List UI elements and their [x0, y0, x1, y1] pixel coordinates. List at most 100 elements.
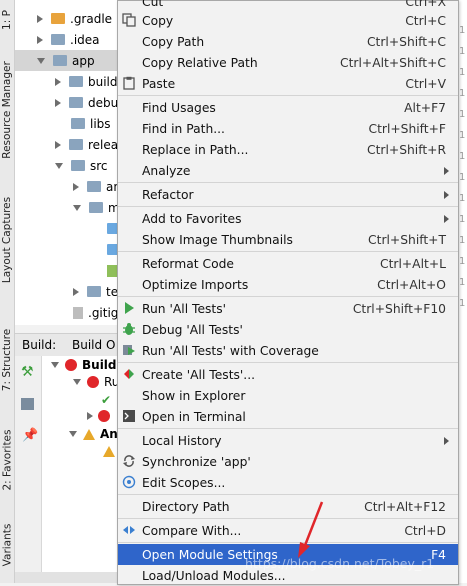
- hammer-icon[interactable]: ⚒: [21, 364, 34, 380]
- tab-layout-captures[interactable]: Layout Captures: [0, 190, 14, 290]
- menu-item-reformat-code[interactable]: Reformat Code Ctrl+Alt+L: [118, 253, 458, 274]
- tree-item[interactable]: te: [73, 281, 118, 302]
- tree-item[interactable]: libs: [71, 113, 111, 134]
- menu-item-copy-path[interactable]: Copy Path Ctrl+Shift+C: [118, 31, 458, 52]
- tab-build[interactable]: Build:: [22, 338, 56, 352]
- error-icon: [98, 410, 110, 422]
- collapse-arrow-icon[interactable]: [55, 162, 63, 169]
- error-icon: [87, 376, 99, 388]
- menu-item-show-image-thumbnails[interactable]: Show Image Thumbnails Ctrl+Shift+T: [118, 229, 458, 250]
- menu-item-paste[interactable]: Paste Ctrl+V: [118, 73, 458, 94]
- expand-arrow-icon[interactable]: [55, 140, 61, 149]
- tab-project[interactable]: 1: P: [0, 0, 14, 40]
- manifest-file-icon: [107, 264, 117, 277]
- tree-item[interactable]: build: [55, 71, 118, 92]
- menu-item-directory-path[interactable]: Directory Path Ctrl+Alt+F12: [118, 496, 458, 517]
- menu-item-show-in-explorer[interactable]: Show in Explorer: [118, 385, 458, 406]
- expand-arrow-icon[interactable]: [55, 77, 61, 86]
- build-row[interactable]: Ru: [73, 375, 119, 389]
- tab-favorites[interactable]: 2: Favorites: [0, 415, 14, 505]
- collapse-arrow-icon[interactable]: [73, 379, 81, 385]
- menu-item-find-in-path[interactable]: Find in Path... Ctrl+Shift+F: [118, 118, 458, 139]
- expand-arrow-icon[interactable]: [73, 182, 79, 191]
- tab-resource-manager[interactable]: Resource Manager: [0, 55, 14, 165]
- folder-icon: [51, 13, 65, 24]
- menu-item-copy[interactable]: Copy Ctrl+C: [118, 10, 458, 31]
- build-toolbar: ⚒ 📌: [15, 356, 42, 583]
- expand-arrow-icon[interactable]: [37, 14, 43, 23]
- submenu-arrow-icon: [444, 215, 449, 223]
- watermark: https://blog.csdn.net/Tobey_r1: [245, 556, 435, 571]
- collapse-arrow-icon[interactable]: [69, 431, 77, 437]
- tab-structure[interactable]: 7: Structure: [0, 315, 14, 405]
- menu-separator: [118, 494, 458, 495]
- menu-separator: [118, 542, 458, 543]
- coverage-icon: [123, 345, 135, 355]
- menu-item-edit-scopes[interactable]: Edit Scopes...: [118, 472, 458, 493]
- line-numbers: 11111111111111: [459, 25, 466, 309]
- submenu-arrow-icon: [444, 437, 449, 445]
- expand-arrow-icon[interactable]: [87, 412, 93, 420]
- menu-item-optimize-imports[interactable]: Optimize Imports Ctrl+Alt+O: [118, 274, 458, 295]
- collapse-arrow-icon[interactable]: [73, 204, 81, 211]
- left-tool-strip: 1: P Resource Manager Layout Captures 7:…: [0, 0, 15, 583]
- project-tree[interactable]: .gradle .idea app build debu libs relea …: [15, 0, 119, 325]
- menu-item-synchronize[interactable]: Synchronize 'app': [118, 451, 458, 472]
- scope-icon: [122, 475, 136, 489]
- menu-separator: [118, 296, 458, 297]
- menu-item-analyze[interactable]: Analyze: [118, 160, 458, 181]
- context-menu: Cut Ctrl+X Copy Ctrl+C Copy Path Ctrl+Shift…: [117, 0, 459, 585]
- annotation-arrow-icon: [298, 501, 324, 558]
- menu-separator: [118, 518, 458, 519]
- folder-icon: [69, 139, 83, 150]
- folder-icon: [71, 160, 85, 171]
- menu-item-debug-all-tests[interactable]: Debug 'All Tests': [118, 319, 458, 340]
- expand-arrow-icon[interactable]: [73, 287, 79, 296]
- build-panel-header: Build: Build O: [15, 333, 119, 357]
- submenu-arrow-icon: [444, 167, 449, 175]
- console-icon[interactable]: [21, 398, 34, 410]
- tab-variants[interactable]: Variants: [0, 515, 14, 575]
- create-test-icon: [124, 369, 134, 379]
- copy-icon: [122, 13, 136, 27]
- collapse-arrow-icon[interactable]: [37, 57, 45, 64]
- menu-item-refactor[interactable]: Refactor: [118, 184, 458, 205]
- tree-item[interactable]: .gradle: [37, 8, 112, 29]
- tree-item-selected[interactable]: app: [15, 50, 119, 71]
- expand-arrow-icon[interactable]: [37, 35, 43, 44]
- menu-item-open-in-terminal[interactable]: Open in Terminal: [118, 406, 458, 427]
- check-icon: ✔: [101, 393, 112, 407]
- menu-separator: [118, 95, 458, 96]
- tree-item[interactable]: src: [55, 155, 108, 176]
- build-row[interactable]: Build: [51, 358, 117, 372]
- menu-item-run-all-tests[interactable]: Run 'All Tests' Ctrl+Shift+F10: [118, 298, 458, 319]
- tree-item[interactable]: m: [73, 197, 119, 218]
- menu-item-local-history[interactable]: Local History: [118, 430, 458, 451]
- tree-item[interactable]: .idea: [37, 29, 100, 50]
- menu-separator: [118, 182, 458, 183]
- tab-build-output[interactable]: Build O: [72, 338, 115, 352]
- folder-icon: [51, 34, 65, 45]
- tree-item[interactable]: .gitig: [73, 302, 118, 323]
- submenu-arrow-icon: [444, 191, 449, 199]
- tree-item[interactable]: an: [73, 176, 119, 197]
- pin-icon[interactable]: 📌: [22, 428, 38, 443]
- menu-item-compare-with[interactable]: Compare With... Ctrl+D: [118, 520, 458, 541]
- collapse-arrow-icon[interactable]: [51, 362, 59, 368]
- expand-arrow-icon[interactable]: [55, 98, 61, 107]
- menu-item-create-all-tests[interactable]: Create 'All Tests'...: [118, 364, 458, 385]
- error-icon: [65, 359, 77, 371]
- menu-item-find-usages[interactable]: Find Usages Alt+F7: [118, 97, 458, 118]
- menu-item-run-with-coverage[interactable]: Run 'All Tests' with Coverage: [118, 340, 458, 361]
- tree-item[interactable]: debu: [55, 92, 118, 113]
- folder-icon: [53, 55, 67, 66]
- warning-icon: [103, 446, 115, 457]
- build-row[interactable]: An: [69, 427, 118, 441]
- bottom-status-bar: [15, 572, 119, 583]
- tree-item[interactable]: relea: [55, 134, 118, 155]
- run-icon: [125, 302, 134, 314]
- menu-item-copy-relative-path[interactable]: Copy Relative Path Ctrl+Alt+Shift+C: [118, 52, 458, 73]
- build-row[interactable]: [87, 410, 110, 422]
- menu-item-add-to-favorites[interactable]: Add to Favorites: [118, 208, 458, 229]
- menu-item-replace-in-path[interactable]: Replace in Path... Ctrl+Shift+R: [118, 139, 458, 160]
